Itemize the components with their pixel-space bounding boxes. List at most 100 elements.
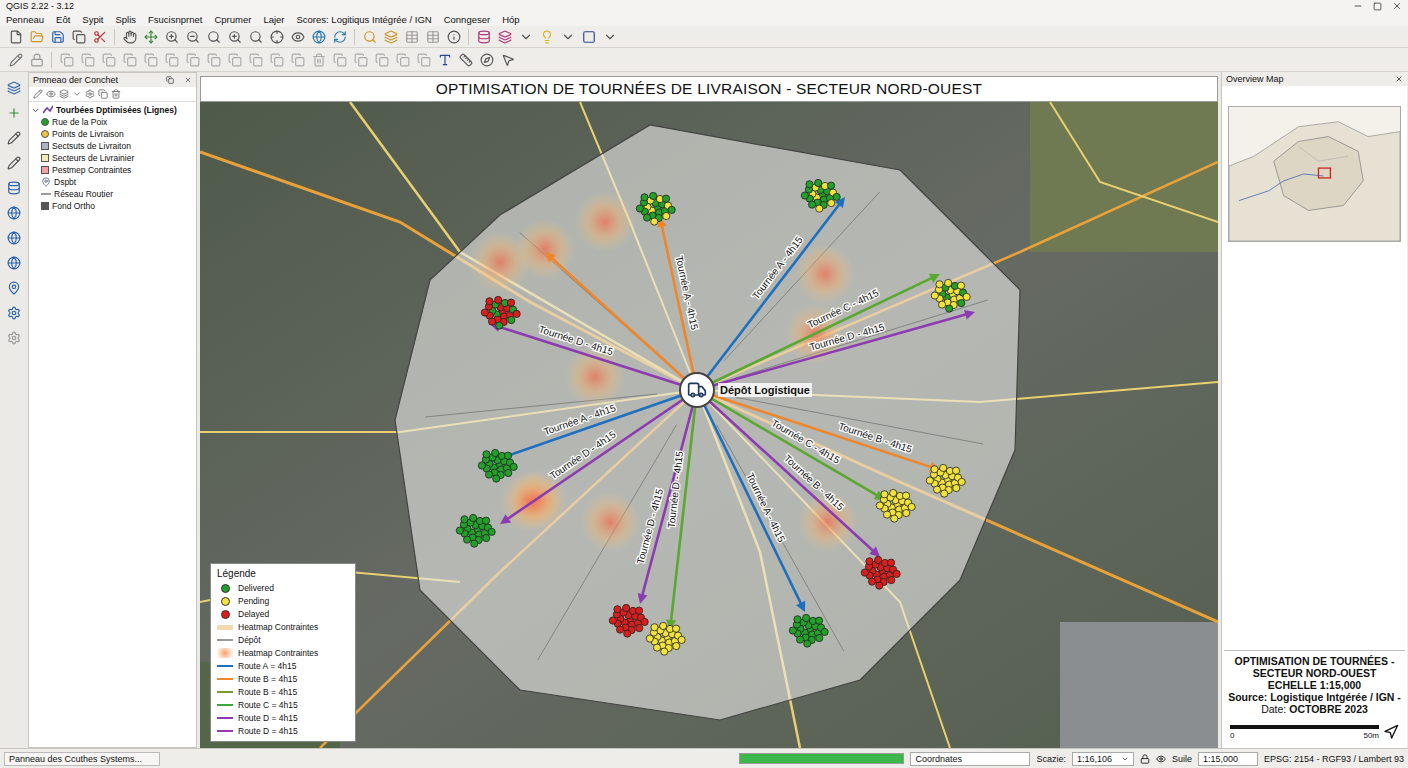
- route[interactable]: Tournée D - 4h15: [635, 390, 697, 604]
- delivery-point[interactable]: [789, 627, 796, 634]
- delivery-point[interactable]: [890, 489, 897, 496]
- tool-button[interactable]: [435, 50, 454, 69]
- tool-button[interactable]: [414, 50, 433, 69]
- close-icon[interactable]: [184, 76, 192, 84]
- tool-button[interactable]: [99, 50, 118, 69]
- tool-button[interactable]: [381, 27, 400, 46]
- tool-button[interactable]: [48, 27, 67, 46]
- delivery-point[interactable]: [673, 642, 680, 649]
- delivery-point[interactable]: [827, 182, 834, 189]
- delivery-point[interactable]: [660, 622, 667, 629]
- tool-button[interactable]: [5, 278, 24, 297]
- delivery-cluster[interactable]: [926, 464, 965, 497]
- delivery-point[interactable]: [940, 464, 947, 471]
- tool-button[interactable]: [423, 27, 442, 46]
- delivery-point[interactable]: [804, 640, 811, 647]
- tool-button[interactable]: [5, 178, 24, 197]
- delivery-cluster[interactable]: [801, 179, 840, 212]
- delivery-point[interactable]: [641, 194, 648, 201]
- delivery-point[interactable]: [938, 301, 945, 308]
- route-line[interactable]: [697, 314, 969, 390]
- tool-button[interactable]: [69, 27, 88, 46]
- tool-button[interactable]: [393, 50, 412, 69]
- delivery-point[interactable]: [963, 293, 970, 300]
- delivery-point[interactable]: [636, 624, 643, 631]
- menu-item[interactable]: Cprumer: [214, 14, 251, 25]
- delivery-point[interactable]: [483, 451, 490, 458]
- tool-button[interactable]: [6, 27, 25, 46]
- delivery-point[interactable]: [816, 205, 823, 212]
- tool-button[interactable]: [477, 50, 496, 69]
- route[interactable]: [545, 252, 697, 390]
- delivery-point[interactable]: [815, 179, 822, 186]
- tool-button[interactable]: [5, 203, 24, 222]
- delivery-point[interactable]: [616, 626, 623, 633]
- delivery-point[interactable]: [828, 199, 835, 206]
- delivery-cluster[interactable]: [456, 514, 495, 547]
- layer-row[interactable]: Secteurs de Livrainier: [31, 152, 194, 164]
- layer-row[interactable]: Pestmep Contraintes: [31, 164, 194, 176]
- panel-tool-icon[interactable]: [46, 89, 56, 99]
- menu-item[interactable]: Eôt: [56, 14, 70, 25]
- tool-button[interactable]: [90, 27, 109, 46]
- delivery-point[interactable]: [926, 477, 933, 484]
- delivery-cluster[interactable]: [931, 279, 970, 312]
- delivery-point[interactable]: [635, 607, 642, 614]
- tool-button[interactable]: [330, 50, 349, 69]
- tool-button[interactable]: [27, 27, 46, 46]
- tool-button[interactable]: [6, 50, 25, 69]
- map-canvas[interactable]: Tournée A - 4h15Tournée A - 4h15Tournée …: [200, 102, 1218, 748]
- tool-button[interactable]: [495, 27, 514, 46]
- tool-button[interactable]: [141, 27, 160, 46]
- tool-button[interactable]: [246, 50, 265, 69]
- layer-row[interactable]: Réseau Routier: [31, 188, 194, 200]
- tool-button[interactable]: [288, 50, 307, 69]
- tool-button[interactable]: [267, 27, 286, 46]
- delivery-point[interactable]: [646, 635, 653, 642]
- delivery-point[interactable]: [941, 490, 948, 497]
- layer-row[interactable]: Points de Livraison: [31, 128, 194, 140]
- delivery-point[interactable]: [471, 540, 478, 547]
- lock-icon[interactable]: [1140, 754, 1150, 764]
- delivery-point[interactable]: [868, 578, 875, 585]
- delivery-point[interactable]: [888, 576, 895, 583]
- delivery-point[interactable]: [883, 511, 890, 518]
- layer-row[interactable]: Tourbées Dptimisées (Lignes): [31, 104, 194, 116]
- route-line[interactable]: [549, 256, 697, 390]
- panel-tool-icon[interactable]: [111, 89, 121, 99]
- delivery-point[interactable]: [678, 636, 685, 643]
- minimize-icon[interactable]: [1353, 1, 1363, 11]
- delivery-point[interactable]: [876, 502, 883, 509]
- tool-button[interactable]: [309, 27, 328, 46]
- delivery-point[interactable]: [663, 212, 670, 219]
- tool-button[interactable]: [120, 50, 139, 69]
- delivery-cluster[interactable]: [789, 614, 828, 647]
- tool-button[interactable]: [372, 50, 391, 69]
- layer-row[interactable]: Dspbt: [31, 176, 194, 188]
- delivery-point[interactable]: [482, 517, 489, 524]
- depot-marker[interactable]: Dépôt Logistique: [679, 372, 812, 408]
- delivery-point[interactable]: [461, 516, 468, 523]
- tool-button[interactable]: [579, 27, 598, 46]
- layer-row[interactable]: Rue de la Poix: [31, 116, 194, 128]
- delivery-point[interactable]: [661, 648, 668, 655]
- delivery-point[interactable]: [958, 478, 965, 485]
- tool-button[interactable]: [330, 27, 349, 46]
- delivery-point[interactable]: [636, 205, 643, 212]
- menu-item[interactable]: Splis: [115, 14, 136, 25]
- delivery-cluster[interactable]: [478, 449, 517, 482]
- route-line[interactable]: [697, 390, 802, 607]
- delivery-point[interactable]: [936, 281, 943, 288]
- delivery-point[interactable]: [816, 634, 823, 641]
- panel-tool-icon[interactable]: [33, 89, 43, 99]
- delivery-cluster[interactable]: [609, 604, 648, 637]
- tool-button[interactable]: [5, 103, 24, 122]
- delivery-point[interactable]: [662, 195, 669, 202]
- tool-button[interactable]: [225, 50, 244, 69]
- delivery-point[interactable]: [504, 452, 511, 459]
- delivery-point[interactable]: [650, 192, 657, 199]
- tool-button[interactable]: [516, 27, 535, 46]
- tool-button[interactable]: [558, 27, 577, 46]
- scale-field[interactable]: 1:16,106: [1072, 752, 1134, 766]
- delivery-point[interactable]: [876, 582, 883, 589]
